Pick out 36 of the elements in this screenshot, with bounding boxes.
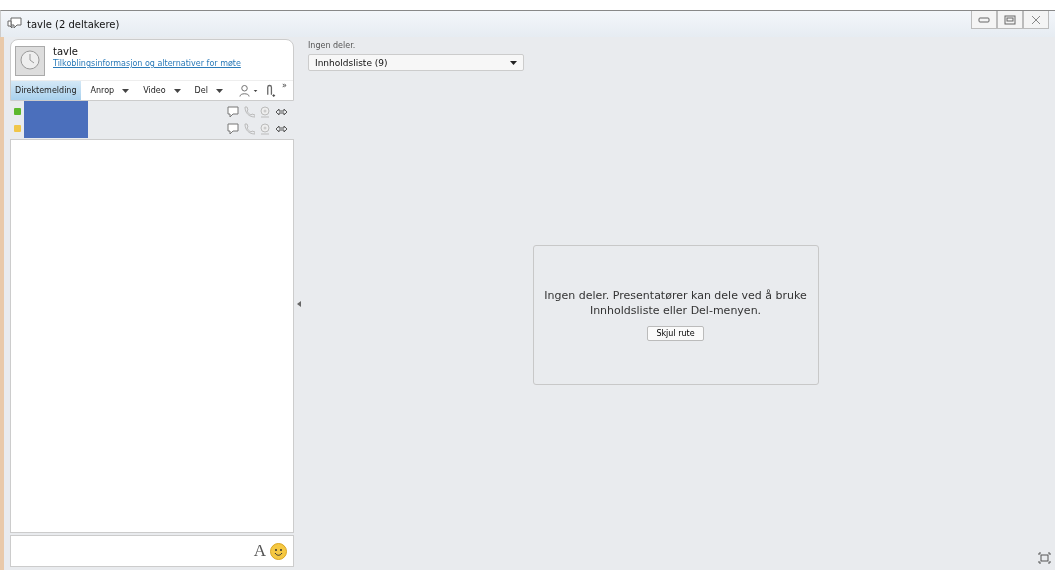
- window-title: tavle (2 deltakere): [27, 18, 120, 30]
- fullscreen-icon[interactable]: [1038, 552, 1051, 564]
- tab[interactable]: Direktemelding: [11, 81, 81, 100]
- smiley-icon[interactable]: [270, 542, 287, 560]
- tab[interactable]: Anrop: [86, 81, 134, 100]
- paperclip-icon[interactable]: [265, 82, 277, 99]
- maximize-icon: [1004, 14, 1016, 25]
- message-input[interactable]: A: [10, 535, 294, 567]
- meeting-info-link[interactable]: Tilkoblingsinformasjon og alternativer for møte: [53, 59, 241, 68]
- no-sharing-message: Ingen deler. Presentatører kan dele ved å bruke Innholdsliste eller Del-menyen.: [543, 287, 808, 319]
- chat-bubbles-icon: [7, 17, 23, 31]
- content-list-dropdown[interactable]: Innholdsliste (9): [308, 54, 524, 71]
- font-button[interactable]: A: [253, 541, 266, 561]
- hide-pane-button[interactable]: Skjul rute: [647, 326, 704, 342]
- two-way-arrow-icon[interactable]: [275, 106, 288, 117]
- maximize-button[interactable]: [997, 11, 1023, 29]
- redaction-block: [24, 101, 88, 138]
- close-button[interactable]: [1023, 11, 1049, 29]
- chat-bubble-icon[interactable]: [227, 122, 239, 135]
- minimize-button[interactable]: [971, 11, 997, 29]
- two-way-arrow-icon[interactable]: [275, 123, 288, 134]
- webcam-icon[interactable]: [259, 122, 271, 135]
- tab[interactable]: Video: [139, 81, 185, 100]
- chat-bubble-icon[interactable]: [227, 105, 239, 118]
- caret-icon: [510, 60, 517, 65]
- phone-icon[interactable]: [243, 122, 255, 135]
- close-icon: [1030, 14, 1042, 25]
- clock-avatar-icon: [15, 46, 45, 76]
- people-icon[interactable]: [238, 83, 260, 98]
- tab[interactable]: Del: [190, 81, 227, 100]
- more-button[interactable]: »: [282, 81, 287, 90]
- minimize-icon: [978, 16, 990, 23]
- meeting-name: tavle: [53, 46, 79, 57]
- webcam-icon[interactable]: [259, 105, 271, 118]
- sharing-status: Ingen deler.: [308, 41, 357, 50]
- phone-icon[interactable]: [243, 105, 255, 118]
